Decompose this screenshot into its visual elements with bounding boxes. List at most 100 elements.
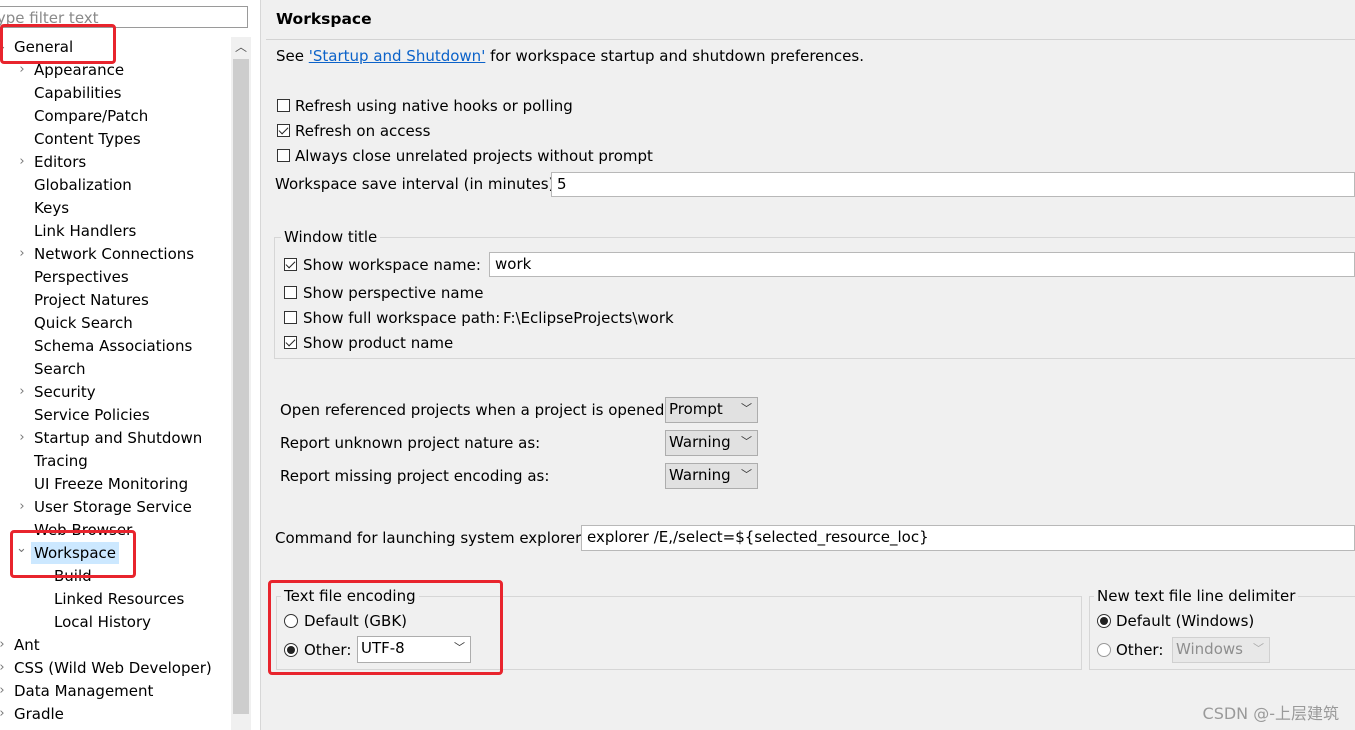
scrollbar-thumb[interactable] (233, 59, 249, 714)
encoding-default-label: Default (GBK) (304, 612, 408, 630)
delimiter-default-label: Default (Windows) (1116, 612, 1255, 630)
tree-label: Compare/Patch (34, 107, 149, 125)
tree-label: Appearance (34, 61, 125, 79)
tree-item-tracing[interactable]: Tracing (0, 450, 230, 472)
tree-item-gradle[interactable]: › Gradle (0, 703, 230, 725)
tree-item-search[interactable]: Search (0, 358, 230, 380)
text-encoding-group-label: Text file encoding (281, 586, 419, 606)
tree-label: Network Connections (34, 245, 195, 263)
filter-input[interactable]: type filter text (0, 6, 248, 28)
unknown-nature-select[interactable]: Warning ﹀ (665, 430, 758, 456)
scroll-up-arrow-icon[interactable]: ︿ (231, 37, 251, 57)
always-close-checkbox[interactable] (277, 149, 290, 162)
tree-item-appearance[interactable]: › Appearance (0, 59, 230, 81)
show-perspective-label: Show perspective name (303, 284, 484, 302)
delimiter-other-radio[interactable] (1097, 643, 1111, 657)
tree-item-compare-patch[interactable]: Compare/Patch (0, 105, 230, 127)
chevron-right-icon[interactable]: › (0, 680, 7, 702)
refresh-native-checkbox[interactable] (277, 99, 290, 112)
delimiter-default-radio[interactable] (1097, 614, 1111, 628)
explorer-command-input[interactable]: explorer /E,/select=${selected_resource_… (581, 525, 1355, 551)
encoding-other-select[interactable]: UTF-8 ﹀ (357, 636, 471, 663)
tree-item-general[interactable]: ⌄ General (0, 36, 230, 58)
chevron-down-icon[interactable]: ⌄ (0, 36, 7, 58)
refresh-access-label: Refresh on access (295, 122, 431, 140)
refresh-native-label: Refresh using native hooks or polling (295, 97, 573, 115)
show-workspace-name-checkbox[interactable] (284, 258, 297, 271)
chevron-down-icon[interactable]: ⌄ (16, 538, 27, 560)
show-product-checkbox[interactable] (284, 336, 297, 349)
chevron-right-icon[interactable]: › (0, 703, 7, 725)
tree-item-schema-associations[interactable]: Schema Associations (0, 335, 230, 357)
tree-item-service-policies[interactable]: Service Policies (0, 404, 230, 426)
tree-item-capabilities[interactable]: Capabilities (0, 82, 230, 104)
encoding-other-label: Other: (304, 641, 352, 659)
tree-item-editors[interactable]: › Editors (0, 151, 230, 173)
chevron-right-icon[interactable]: › (17, 59, 27, 81)
startup-description: See 'Startup and Shutdown' for workspace… (276, 46, 864, 66)
show-full-path-checkbox[interactable] (284, 311, 297, 324)
tree-label: Editors (34, 153, 87, 171)
pane-divider[interactable] (260, 0, 261, 730)
startup-shutdown-link[interactable]: 'Startup and Shutdown' (309, 47, 486, 65)
chevron-right-icon[interactable]: › (0, 634, 7, 656)
tree-item-network-connections[interactable]: › Network Connections (0, 243, 230, 265)
tree-label: Perspectives (34, 268, 129, 286)
show-workspace-name-label: Show workspace name: (303, 256, 481, 274)
tree-item-perspectives[interactable]: Perspectives (0, 266, 230, 288)
tree-item-project-natures[interactable]: Project Natures (0, 289, 230, 311)
select-value: Windows (1176, 640, 1243, 658)
tree-item-build[interactable]: Build (0, 565, 230, 587)
show-perspective-checkbox[interactable] (284, 286, 297, 299)
delimiter-other-label: Other: (1116, 641, 1164, 659)
tree-item-linked-resources[interactable]: Linked Resources (0, 588, 230, 610)
chevron-right-icon[interactable]: › (17, 243, 27, 265)
unknown-nature-label: Report unknown project nature as: (280, 434, 541, 452)
tree-item-security[interactable]: › Security (0, 381, 230, 403)
tree-scrollbar[interactable]: ︿ (231, 37, 251, 730)
description-suffix: for workspace startup and shutdown prefe… (485, 47, 864, 65)
tree-item-content-types[interactable]: Content Types (0, 128, 230, 150)
full-path-value: F:\EclipseProjects\work (503, 309, 674, 327)
tree-label: Gradle (14, 705, 64, 723)
chevron-down-icon: ﹀ (741, 435, 752, 448)
tree-label: Tracing (34, 452, 88, 470)
tree-label: UI Freeze Monitoring (34, 475, 189, 493)
tree-item-ui-freeze[interactable]: UI Freeze Monitoring (0, 473, 230, 495)
tree-item-css[interactable]: › CSS (Wild Web Developer) (0, 657, 230, 679)
tree-label: Capabilities (34, 84, 122, 102)
chevron-right-icon[interactable]: › (0, 657, 7, 679)
chevron-right-icon[interactable]: › (17, 151, 27, 173)
tree-label: Quick Search (34, 314, 133, 332)
chevron-down-icon: ﹀ (741, 402, 752, 415)
chevron-right-icon[interactable]: › (17, 427, 27, 449)
chevron-right-icon[interactable]: › (17, 381, 27, 403)
tree-item-globalization[interactable]: Globalization (0, 174, 230, 196)
open-referenced-select[interactable]: Prompt ﹀ (665, 397, 758, 423)
tree-label: Link Handlers (34, 222, 137, 240)
tree-item-link-handlers[interactable]: Link Handlers (0, 220, 230, 242)
description-prefix: See (276, 47, 309, 65)
tree-label: Ant (14, 636, 40, 654)
tree-item-workspace[interactable]: ⌄ Workspace (0, 541, 230, 564)
missing-encoding-select[interactable]: Warning ﹀ (665, 463, 758, 489)
always-close-label: Always close unrelated projects without … (295, 147, 653, 165)
chevron-right-icon[interactable]: › (17, 496, 27, 518)
tree-item-data-management[interactable]: › Data Management (0, 680, 230, 702)
delimiter-other-select[interactable]: Windows ﹀ (1172, 637, 1270, 663)
tree-item-local-history[interactable]: Local History (0, 611, 230, 633)
workspace-name-input[interactable]: work (489, 252, 1355, 277)
tree-item-quick-search[interactable]: Quick Search (0, 312, 230, 334)
tree-label: Local History (54, 613, 152, 631)
tree-item-startup-shutdown[interactable]: › Startup and Shutdown (0, 427, 230, 449)
tree-item-keys[interactable]: Keys (0, 197, 230, 219)
save-interval-input[interactable]: 5 (551, 172, 1355, 197)
tree-item-ant[interactable]: › Ant (0, 634, 230, 656)
refresh-access-checkbox[interactable] (277, 124, 290, 137)
watermark-text: CSDN @-上层建筑 (1202, 704, 1339, 723)
tree-item-user-storage[interactable]: › User Storage Service (0, 496, 230, 518)
tree-item-web-browser[interactable]: Web Browser (0, 519, 230, 541)
encoding-other-radio[interactable] (284, 643, 298, 657)
open-referenced-label: Open referenced projects when a project … (280, 401, 670, 419)
encoding-default-radio[interactable] (284, 614, 298, 628)
